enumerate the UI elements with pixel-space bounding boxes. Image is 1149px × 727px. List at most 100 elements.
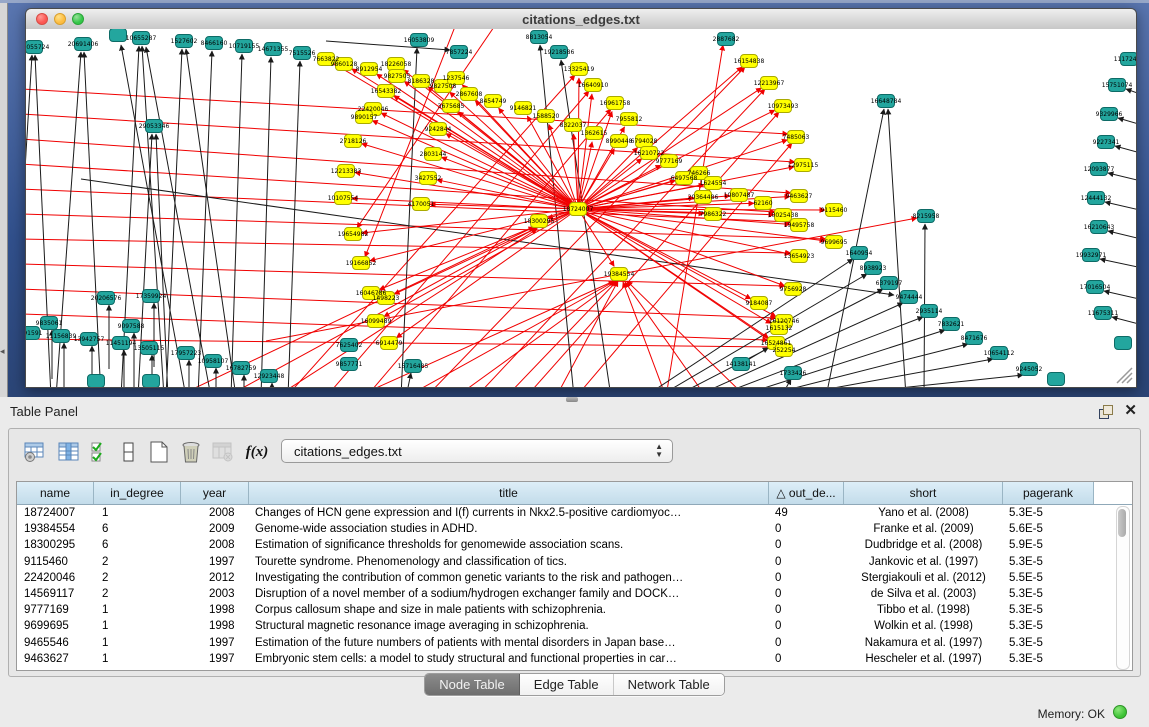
table-cell: Investigating the contribution of common… (249, 570, 775, 586)
table-cell: 0 (769, 570, 850, 586)
graph-node-label: 6497568 (671, 175, 698, 182)
graph-node-label: 9227341 (1093, 139, 1120, 146)
graph-node-label: 13325419 (564, 66, 595, 73)
resize-grip-icon[interactable] (1111, 362, 1133, 384)
graph-edge (578, 78, 579, 209)
graph-node-label: 9474444 (896, 294, 923, 301)
graph-node-label: 1640954 (846, 250, 873, 257)
tab-node-table[interactable]: Node Table (425, 674, 520, 695)
graph-node-label: 9146821 (510, 105, 537, 112)
table-row[interactable]: 969969511998Structural magnetic resonanc… (17, 618, 1132, 634)
table-row[interactable]: 1456911722003Disruption of a novel membe… (17, 586, 1132, 602)
table-cell: 0 (769, 554, 850, 570)
delete-column-icon[interactable] (177, 438, 205, 466)
graph-edge (1118, 118, 1136, 132)
control-panel-divider[interactable]: ◂ (0, 3, 8, 397)
table-row[interactable]: 946554611997Estimation of the future num… (17, 635, 1132, 651)
column-header-year[interactable]: year (181, 482, 249, 504)
graph-node[interactable] (143, 375, 160, 388)
graph-node[interactable] (110, 29, 127, 42)
table-row[interactable]: 1938455462009Genome-wide association stu… (17, 521, 1132, 537)
table-cell: Disruption of a novel member of a sodium… (249, 586, 775, 602)
table-cell: Estimation of the future numbers of pati… (249, 635, 775, 651)
graph-node-label: 9860128 (331, 61, 358, 68)
graph-node-label: 19218586 (544, 49, 575, 56)
graph-node-label: 15751074 (1102, 82, 1133, 89)
graph-node[interactable] (1115, 337, 1132, 350)
memory-status-icon[interactable] (1113, 705, 1127, 719)
column-header-short[interactable]: short (844, 482, 1003, 504)
network-desktop: ◂ citations_edges.txt 240557242 (0, 0, 1149, 398)
network-graph[interactable]: 2405572420691406106552871527602846616010… (26, 29, 1136, 387)
graph-node-label: 9245052 (1016, 366, 1043, 373)
table-mode-icon[interactable] (115, 438, 143, 466)
splitter-handle[interactable] (566, 397, 578, 402)
table-cell: Structural magnetic resonance image aver… (249, 618, 775, 634)
table-cell: Estimation of significance thresholds fo… (249, 537, 775, 553)
show-columns-icon[interactable] (55, 438, 83, 466)
new-column-icon[interactable] (145, 438, 173, 466)
float-panel-icon[interactable] (1099, 405, 1113, 418)
table-cell: Wolkin et al. (1998) (844, 618, 1003, 634)
delete-table-icon[interactable] (209, 438, 237, 466)
window-titlebar[interactable]: citations_edges.txt (26, 9, 1136, 30)
collapse-arrow-icon[interactable]: ◂ (0, 346, 5, 357)
graph-node-label: 12093877 (1084, 166, 1115, 173)
tab-network-table[interactable]: Network Table (614, 674, 724, 695)
graph-node-label: 18226058 (381, 61, 412, 68)
graph-edge (578, 209, 790, 254)
table-cell: 2 (94, 554, 189, 570)
table-cell: 9463627 (17, 651, 101, 667)
column-header-in_degree[interactable]: in_degree (94, 482, 181, 504)
graph-node[interactable] (88, 375, 105, 388)
table-row[interactable]: 1830029562008Estimation of significance … (17, 537, 1132, 553)
graph-node-label: 391591 (26, 330, 43, 337)
table-cell: Embryonic stem cells: a model to study s… (249, 651, 775, 667)
table-cell: 1 (94, 651, 189, 667)
table-select-dropdown[interactable]: citations_edges.txt ▲▼ (281, 439, 673, 463)
network-window[interactable]: citations_edges.txt 24055724206914061065… (25, 8, 1137, 388)
table-row[interactable]: 977716911998Corpus callosum shape and si… (17, 602, 1132, 618)
table-cell: de Silva et al. (2003) (844, 586, 1003, 602)
table-cell: Genome-wide association studies in ADHD. (249, 521, 775, 537)
table-row[interactable]: 911546021997Tourette syndrome. Phenomeno… (17, 554, 1132, 570)
tab-edge-table[interactable]: Edge Table (520, 674, 614, 695)
vertical-scrollbar[interactable] (1116, 506, 1130, 670)
table-row[interactable]: 946362711997Embryonic stem cells: a mode… (17, 651, 1132, 667)
graph-node-label: 12444132 (1081, 195, 1112, 202)
graph-node-label: 8215958 (913, 213, 940, 220)
scrollbar-thumb[interactable] (1118, 509, 1126, 537)
graph-edge (714, 317, 923, 387)
graph-node-label: 9827508 (430, 83, 457, 90)
graph-node-label: 1588520 (533, 113, 560, 120)
graph-edge (814, 375, 1023, 387)
graph-node-label: 16648784 (871, 98, 902, 105)
graph-node-label: 16154838 (734, 58, 765, 65)
graph-edge (627, 281, 746, 387)
network-canvas[interactable]: 2405572420691406106552871527602846616010… (26, 29, 1136, 387)
close-panel-icon[interactable]: ✕ (1124, 401, 1137, 419)
selection-mode-icon[interactable] (87, 438, 115, 466)
column-header-out_de[interactable]: △ out_de... (769, 482, 844, 504)
graph-node-label: 9827505 (384, 73, 411, 80)
table-cell: 0 (769, 635, 850, 651)
table-cell: Stergiakouli et al. (2012) (844, 570, 1003, 586)
column-header-name[interactable]: name (17, 482, 94, 504)
table-row[interactable]: 1872400712008Changes of HCN gene express… (17, 505, 1132, 521)
graph-node-label: 16053809 (404, 37, 435, 44)
graph-node[interactable] (1048, 373, 1065, 386)
graph-node-label: 16961758 (600, 100, 631, 107)
function-builder-icon[interactable]: f(x) (243, 438, 271, 466)
column-header-title[interactable]: title (249, 482, 769, 504)
dropdown-arrows-icon: ▲▼ (655, 443, 663, 459)
table-cell: 49 (769, 505, 850, 521)
table-row[interactable]: 2242004622012Investigating the contribut… (17, 570, 1132, 586)
graph-edge (1104, 291, 1136, 305)
graph-node-label: 24055724 (26, 44, 49, 51)
column-header-pagerank[interactable]: pagerank (1003, 482, 1094, 504)
graph-edge (26, 264, 785, 286)
graph-node-label: 15716485 (398, 363, 429, 370)
graph-node-label: 62160 (753, 200, 772, 207)
table-cell: 14569117 (17, 586, 101, 602)
table-settings-icon[interactable] (21, 438, 49, 466)
